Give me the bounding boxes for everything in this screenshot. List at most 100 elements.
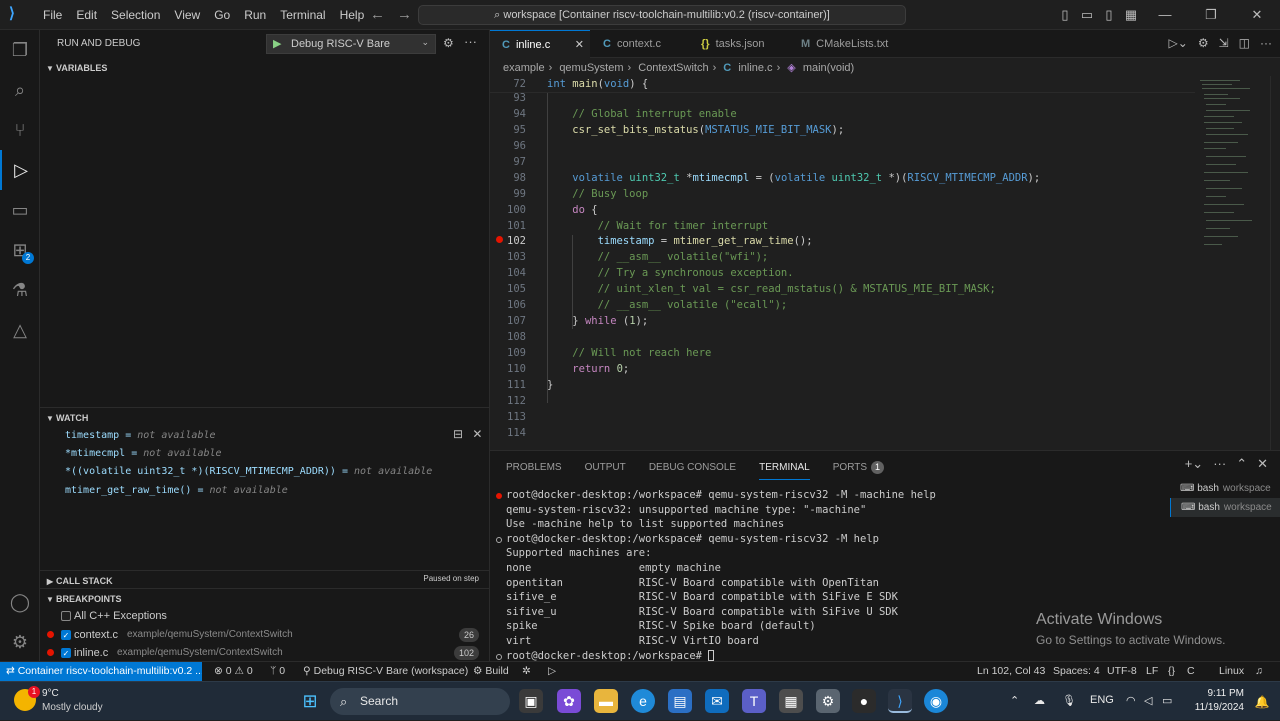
menu-run[interactable]: Run (237, 0, 273, 30)
remote-explorer-icon[interactable]: ▭ (0, 190, 40, 230)
back-arrow-icon[interactable]: ← (370, 6, 385, 23)
maximize-panel-icon[interactable]: ⌃ (1236, 456, 1247, 471)
breadcrumb-item[interactable]: example (503, 62, 545, 74)
tab-output[interactable]: OUTPUT (585, 457, 626, 479)
breadcrumb-item[interactable]: main(void) (803, 62, 854, 74)
menu-terminal[interactable]: Terminal (273, 0, 332, 30)
minimap[interactable] (1196, 76, 1270, 450)
editor-scrollbar[interactable] (1270, 76, 1280, 450)
settings-gear-icon[interactable]: ⚙ (1198, 36, 1209, 50)
indentation[interactable]: Spaces: 4 (1053, 662, 1100, 681)
breakpoint-checkbox[interactable]: ✓ (61, 630, 71, 640)
ports-indicator[interactable]: ᛘ 0 (270, 662, 285, 681)
extensions-icon[interactable]: ⊞ 2 (0, 230, 40, 270)
taskbar-search[interactable]: ⌕ Search (330, 688, 510, 715)
platform[interactable]: Linux (1219, 662, 1244, 681)
close-tab-icon[interactable]: ✕ (575, 31, 584, 59)
debug-target-icon[interactable]: ✲ (522, 662, 531, 681)
breakpoint-item[interactable]: All C++ Exceptions (40, 607, 489, 625)
braces-icon[interactable]: {} (1168, 662, 1175, 681)
copilot-icon[interactable]: ✿ (557, 689, 581, 713)
breakpoint-item[interactable]: ✓ inline.c example/qemuSystem/ContextSwi… (40, 644, 489, 662)
command-decoration-icon[interactable] (496, 653, 502, 660)
breadcrumb-item[interactable]: qemuSystem (559, 62, 623, 74)
watch-item[interactable]: timestamp = not available (65, 430, 216, 441)
toggle-secondary-sidebar-icon[interactable]: ▯ (1098, 0, 1120, 30)
code-editor[interactable]: 72 int main(void) { 93 94 // Global inte… (490, 76, 1195, 450)
onedrive-cloud-icon[interactable]: ☁ (1034, 694, 1045, 707)
language-mode[interactable]: C (1187, 662, 1195, 681)
notification-bell-icon[interactable]: 🔔 (1252, 690, 1272, 714)
command-center[interactable]: ⌕ workspace [Container riscv-toolchain-m… (418, 5, 906, 25)
start-debugging-icon[interactable]: ▶ (273, 37, 281, 50)
close-window-icon[interactable]: ✕ (1234, 0, 1280, 30)
testing-icon[interactable]: ⚗ (0, 270, 40, 310)
more-actions-icon[interactable]: ··· (1213, 456, 1226, 471)
search-icon[interactable]: ⌕ (0, 70, 40, 110)
menu-help[interactable]: Help (333, 0, 372, 30)
menu-file[interactable]: File (36, 0, 69, 30)
more-actions-icon[interactable]: ··· (1260, 36, 1272, 50)
remove-all-watch-icon[interactable]: ✕ (472, 427, 482, 441)
explorer-icon[interactable]: ❐ (0, 30, 40, 70)
account-icon[interactable]: ◯ (0, 582, 40, 622)
teams-icon[interactable]: T (742, 689, 766, 713)
manage-gear-icon[interactable]: ⚙ (0, 622, 40, 662)
run-debug-icon[interactable]: ▷ (0, 150, 40, 190)
forward-arrow-icon[interactable]: → (397, 6, 412, 23)
microphone-icon[interactable]: 🎙 (1062, 694, 1076, 707)
problems-indicator[interactable]: ⊗ 0 ⚠ 0 (214, 662, 253, 681)
github-icon[interactable]: ● (852, 689, 876, 713)
open-changes-icon[interactable]: ⇲ (1219, 36, 1229, 50)
wifi-icon[interactable]: ◠ (1126, 694, 1136, 707)
breadcrumb-item[interactable]: ContextSwitch (638, 62, 708, 74)
cursor-position[interactable]: Ln 102, Col 43 (977, 662, 1045, 681)
collapse-all-icon[interactable]: ⊟ (453, 427, 463, 441)
show-hidden-icons-icon[interactable]: ⌃ (1010, 694, 1019, 707)
tab-problems[interactable]: PROBLEMS (506, 457, 562, 479)
close-panel-icon[interactable]: ✕ (1257, 456, 1268, 471)
source-control-icon[interactable]: ⑂ (0, 110, 40, 150)
end-of-line[interactable]: LF (1146, 662, 1158, 681)
watch-section-header[interactable]: ▼ WATCH (40, 407, 489, 427)
sticky-scroll[interactable]: 72 int main(void) { (490, 76, 1195, 93)
customize-layout-icon[interactable]: ▦ (1120, 0, 1142, 30)
variables-section-header[interactable]: ▼ VARIABLES (40, 58, 489, 78)
new-terminal-plus-icon[interactable]: +⌄ (1185, 456, 1203, 471)
tab-debug-console[interactable]: DEBUG CONSOLE (649, 457, 736, 479)
breakpoint-checkbox[interactable]: ✓ (61, 648, 71, 658)
tab-terminal[interactable]: TERMINAL (759, 457, 810, 480)
terminal-instance[interactable]: ⌨ bash workspace (1170, 498, 1280, 517)
breakpoint-checkbox[interactable] (61, 611, 71, 621)
breadcrumb-item[interactable]: inline.c (738, 62, 772, 74)
debug-config-select[interactable]: ▶ Debug RISC-V Bare ⌄ (266, 34, 436, 54)
menu-view[interactable]: View (167, 0, 207, 30)
tab-inline-c[interactable]: Cinline.c ✕ (490, 30, 590, 58)
taskbar-clock[interactable]: 9:11 PM 11/19/2024 (1192, 687, 1244, 715)
launch-icon[interactable]: ▷ (548, 662, 556, 681)
terminal-instance[interactable]: ⌨ bash workspace (1170, 479, 1280, 498)
outlook-icon[interactable]: ✉ (705, 689, 729, 713)
battery-icon[interactable]: ▭ (1162, 694, 1172, 707)
watch-item[interactable]: mtimer_get_raw_time() = not available (65, 485, 288, 496)
menu-edit[interactable]: Edit (69, 0, 104, 30)
tab-ports[interactable]: PORTS 1 (833, 457, 885, 479)
toggle-panel-icon[interactable]: ▭ (1076, 0, 1098, 30)
settings-icon[interactable]: ⚙ (816, 689, 840, 713)
input-language[interactable]: ENG (1090, 694, 1114, 706)
command-success-decoration-icon[interactable] (496, 536, 502, 543)
windows-start-icon[interactable]: ⊞ (298, 689, 322, 713)
breakpoint-item[interactable]: ✓ context.c example/qemuSystem/ContextSw… (40, 626, 489, 644)
call-stack-section-header[interactable]: ▶ CALL STACK (40, 570, 489, 590)
calculator-icon[interactable]: ▦ (779, 689, 803, 713)
run-c-file-icon[interactable]: ▷⌄ (1169, 36, 1188, 50)
minimize-icon[interactable]: — (1142, 0, 1188, 30)
toggle-primary-sidebar-icon[interactable]: ▯ (1054, 0, 1076, 30)
tab-tasks-json[interactable]: {} tasks.json (689, 30, 789, 58)
edge-browser-icon[interactable]: e (631, 689, 655, 713)
store-icon[interactable]: ▤ (668, 689, 692, 713)
notifications-bell-icon[interactable]: ♫ (1255, 662, 1263, 681)
task-view-icon[interactable]: ▣ (519, 689, 543, 713)
build-button[interactable]: ⚙ Build (473, 662, 509, 681)
open-launch-json-gear-icon[interactable]: ⚙ (443, 36, 454, 50)
